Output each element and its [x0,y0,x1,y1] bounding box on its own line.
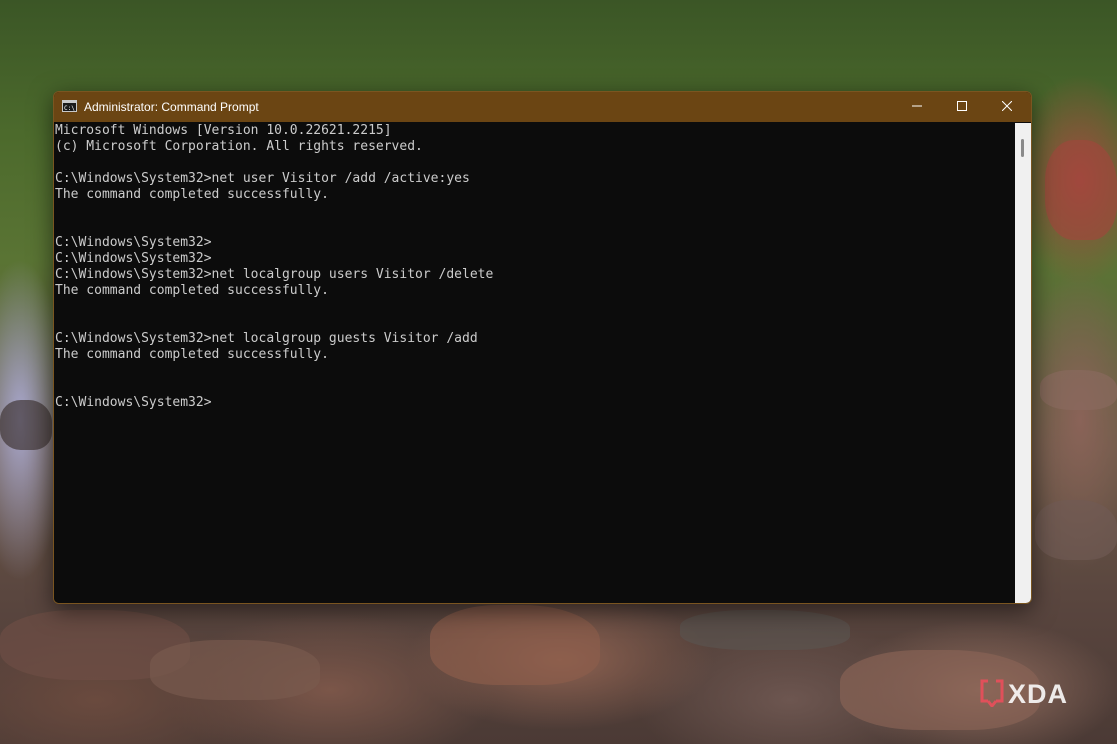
console-output[interactable]: Microsoft Windows [Version 10.0.22621.22… [54,123,1014,603]
background-rock [0,400,52,450]
minimize-icon [912,100,922,114]
background-rock [150,640,320,700]
close-button[interactable] [984,92,1030,122]
console-line: Microsoft Windows [Version 10.0.22621.22… [55,123,392,138]
console-line: The command completed successfully. [55,283,329,298]
background-rock [430,605,600,685]
xda-watermark: XDA [980,676,1090,712]
close-icon [1001,100,1013,114]
command-prompt-window[interactable]: C:\ Administrator: Command Prompt Micros… [53,91,1032,604]
vertical-scrollbar[interactable] [1015,123,1031,603]
console-prompt-line: C:\Windows\System32> [55,395,212,410]
scrollbar-thumb[interactable] [1021,139,1024,157]
console-line: C:\Windows\System32> [55,235,212,250]
console-line: C:\Windows\System32>net user Visitor /ad… [55,171,470,186]
console-line: The command completed successfully. [55,187,329,202]
svg-text:C:\: C:\ [64,105,75,111]
minimize-button[interactable] [894,92,940,122]
maximize-icon [957,100,967,114]
maximize-button[interactable] [939,92,985,122]
console-line: C:\Windows\System32>net localgroup users… [55,267,494,282]
background-rock [1040,370,1117,410]
cmd-icon: C:\ [62,100,77,112]
window-title: Administrator: Command Prompt [84,100,259,114]
console-line: The command completed successfully. [55,347,329,362]
background-rock [1045,140,1117,240]
background-rock [1035,500,1117,560]
title-bar[interactable]: C:\ Administrator: Command Prompt [54,92,1031,122]
background-rock [680,610,850,650]
console-line: (c) Microsoft Corporation. All rights re… [55,139,423,154]
xda-logo-icon [980,677,1004,712]
console-line: C:\Windows\System32>net localgroup guest… [55,331,478,346]
console-line: C:\Windows\System32> [55,251,212,266]
watermark-text: XDA [1008,678,1069,709]
